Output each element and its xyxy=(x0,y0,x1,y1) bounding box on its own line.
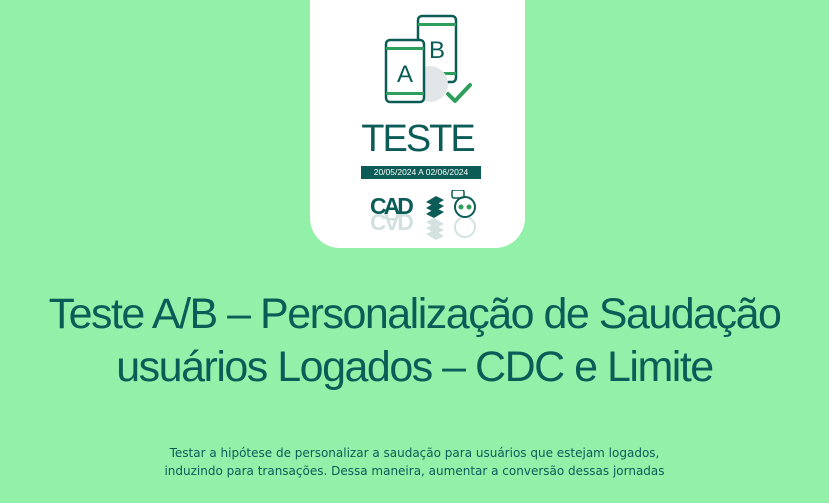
variant-b-letter: B xyxy=(429,37,445,64)
test-description-line2: induzindo para transações. Dessa maneira… xyxy=(164,464,665,478)
date-range-badge: 20/05/2024 A 02/06/2024 xyxy=(361,166,481,179)
card-heading: TESTE xyxy=(361,118,475,160)
test-description: Testar a hipótese de personalizar a saud… xyxy=(0,444,829,480)
test-description-line1: Testar a hipótese de personalizar a saud… xyxy=(169,446,660,460)
robot-assistant-icon xyxy=(451,190,476,238)
banco-do-brasil-logo xyxy=(426,196,444,240)
partner-logos: CAD CAD xyxy=(370,190,476,240)
variant-a-letter: A xyxy=(397,61,413,88)
svg-text:CAD: CAD xyxy=(370,209,413,235)
page-title: Teste A/B – Personalização de Saudação u… xyxy=(0,288,829,394)
page-title-line1: Teste A/B – Personalização de Saudação xyxy=(48,290,782,338)
ab-test-phones-icon: B A xyxy=(384,14,472,104)
page-title-line2: usuários Logados – CDC e Limite xyxy=(116,343,714,391)
cad-logo: CAD CAD xyxy=(370,193,416,235)
